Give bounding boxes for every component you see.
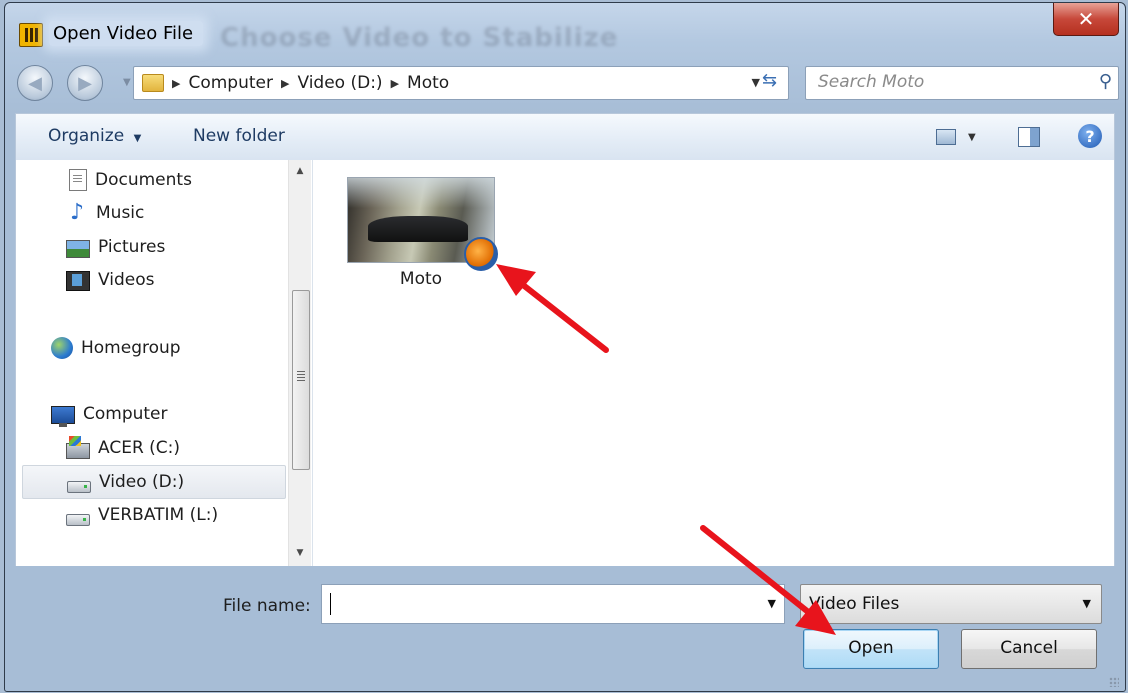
title-bar[interactable]: Open Video File ✕ [5,3,1125,61]
chevron-down-icon: ▼ [133,133,142,144]
drive-icon [67,480,91,493]
file-type-select[interactable]: Video Files ▼ [800,584,1102,624]
bottom-panel: File name: ▼ Video Files ▼ Open Cancel [5,568,1125,691]
new-folder-button[interactable]: New folder [193,126,285,146]
resize-grip[interactable] [1109,677,1119,687]
help-icon: ? [1078,124,1102,148]
sidebar-item-pictures[interactable]: Pictures [66,231,165,263]
breadcrumb-video-d[interactable]: ▶ Video (D:) [281,73,383,93]
forward-arrow-icon: ▶ [78,72,92,94]
sidebar-scrollbar[interactable]: ▲ ▼ [288,160,311,566]
grip-icon [297,371,305,381]
forward-button[interactable]: ▶ [67,65,103,101]
sidebar-item-documents[interactable]: Documents [66,164,192,196]
command-toolbar: Organize ▼ New folder ▼ ? [15,113,1115,161]
cancel-button[interactable]: Cancel [961,629,1097,669]
breadcrumb-computer[interactable]: ▶ Computer [172,73,273,93]
homegroup-icon [51,337,73,359]
open-video-dialog: Choose Video to Stabilize Open Video Fil… [4,2,1126,692]
address-dropdown-icon[interactable]: ▼ [752,76,760,89]
open-button[interactable]: Open [803,629,939,669]
documents-icon [69,169,87,191]
scrollbar-thumb[interactable] [292,290,310,470]
view-icon [936,129,956,145]
sidebar-item-computer[interactable]: Computer [51,398,168,430]
scroll-up-icon[interactable]: ▲ [289,160,311,182]
sidebar-item-music[interactable]: ♪ Music [66,197,144,229]
back-arrow-icon: ◀ [28,72,42,94]
breadcrumb-arrow-icon: ▶ [172,76,181,90]
scroll-down-icon[interactable]: ▼ [289,542,311,564]
breadcrumb-arrow-icon: ▶ [280,76,290,90]
address-bar[interactable]: ▶ Computer ▶ Video (D:) ▶ Moto ▼ [133,66,789,100]
sidebar-item-acer-c[interactable]: ACER (C:) [66,432,180,464]
search-icon[interactable]: ⚲ [1099,71,1112,92]
drive-c-icon [66,436,90,459]
sidebar-item-video-d[interactable]: Video (D:) [22,465,286,499]
video-folder-icon [464,237,498,271]
organize-button[interactable]: Organize ▼ [48,126,141,146]
search-box[interactable]: Search Moto ⚲ [805,66,1119,100]
computer-icon [51,406,75,427]
back-button[interactable]: ◀ [17,65,53,101]
window-title: Open Video File [49,21,204,46]
videos-icon [66,271,90,291]
folder-icon [142,74,164,92]
sidebar-item-videos[interactable]: Videos [66,264,155,296]
recent-locations-dropdown[interactable]: ▼ [123,77,131,88]
breadcrumb-arrow-icon: ▶ [390,76,400,90]
change-view-button[interactable]: ▼ [936,129,976,145]
content-area: Documents ♪ Music Pictures Videos Homegr… [15,160,1115,566]
preview-pane-icon [1018,127,1040,147]
close-button[interactable]: ✕ [1053,3,1119,36]
sidebar-item-verbatim-l[interactable]: VERBATIM (L:) [66,499,218,531]
text-caret [330,593,331,615]
file-name-input[interactable]: ▼ [321,584,785,624]
navigation-pane: Documents ♪ Music Pictures Videos Homegr… [16,160,313,566]
drive-icon [66,513,90,526]
app-icon [19,23,43,47]
chevron-down-icon: ▼ [1082,597,1091,610]
search-input[interactable]: Search Moto [818,72,924,92]
music-icon: ♪ [69,200,85,225]
breadcrumb-moto[interactable]: ▶ Moto [391,73,450,93]
pictures-icon [66,239,90,258]
navigation-bar: ◀ ▶ ▼ ▶ Computer ▶ Video (D:) ▶ Moto ▼ ⇆… [5,59,1125,105]
help-button[interactable]: ? [1078,124,1102,148]
chevron-down-icon: ▼ [968,131,976,143]
chevron-down-icon[interactable]: ▼ [768,597,776,610]
sidebar-item-homegroup[interactable]: Homegroup [51,332,181,364]
preview-pane-button[interactable] [1018,127,1040,147]
file-name-label: File name: [223,596,311,616]
file-item-moto[interactable]: Moto [346,177,498,289]
refresh-icon: ⇆ [762,70,778,91]
